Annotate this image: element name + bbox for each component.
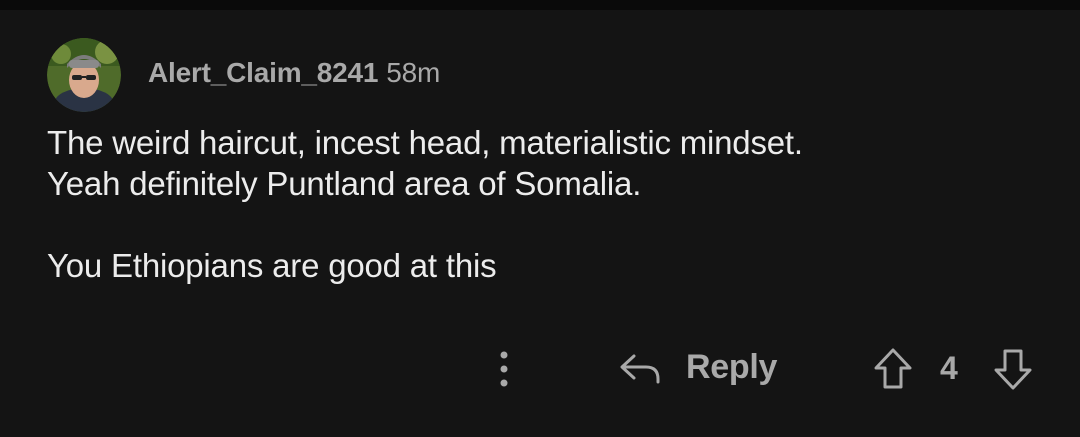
- vote-score: 4: [940, 350, 958, 386]
- comment-text-line-1: The weird haircut, incest head, material…: [47, 124, 803, 161]
- comment-card: Alert_Claim_8241 58m The weird haircut, i…: [0, 0, 1080, 437]
- comment-actions: Reply 4: [0, 330, 1080, 410]
- reply-button[interactable]: Reply: [686, 348, 777, 387]
- top-divider: [0, 0, 1080, 10]
- reply-arrow-icon[interactable]: [618, 350, 662, 386]
- comment-body: The weird haircut, incest head, material…: [47, 122, 1047, 286]
- avatar-icon[interactable]: [47, 38, 121, 112]
- author-username[interactable]: Alert_Claim_8241: [148, 57, 378, 88]
- comment-text-line-3: You Ethiopians are good at this: [47, 247, 497, 284]
- comment-timestamp: 58m: [386, 57, 441, 88]
- comment-header: Alert_Claim_8241 58m: [148, 57, 440, 89]
- downvote-arrow-icon[interactable]: [990, 346, 1036, 392]
- upvote-arrow-icon[interactable]: [870, 346, 916, 392]
- more-options-icon[interactable]: [492, 347, 516, 391]
- comment-text-line-2: Yeah definitely Puntland area of Somalia…: [47, 165, 642, 202]
